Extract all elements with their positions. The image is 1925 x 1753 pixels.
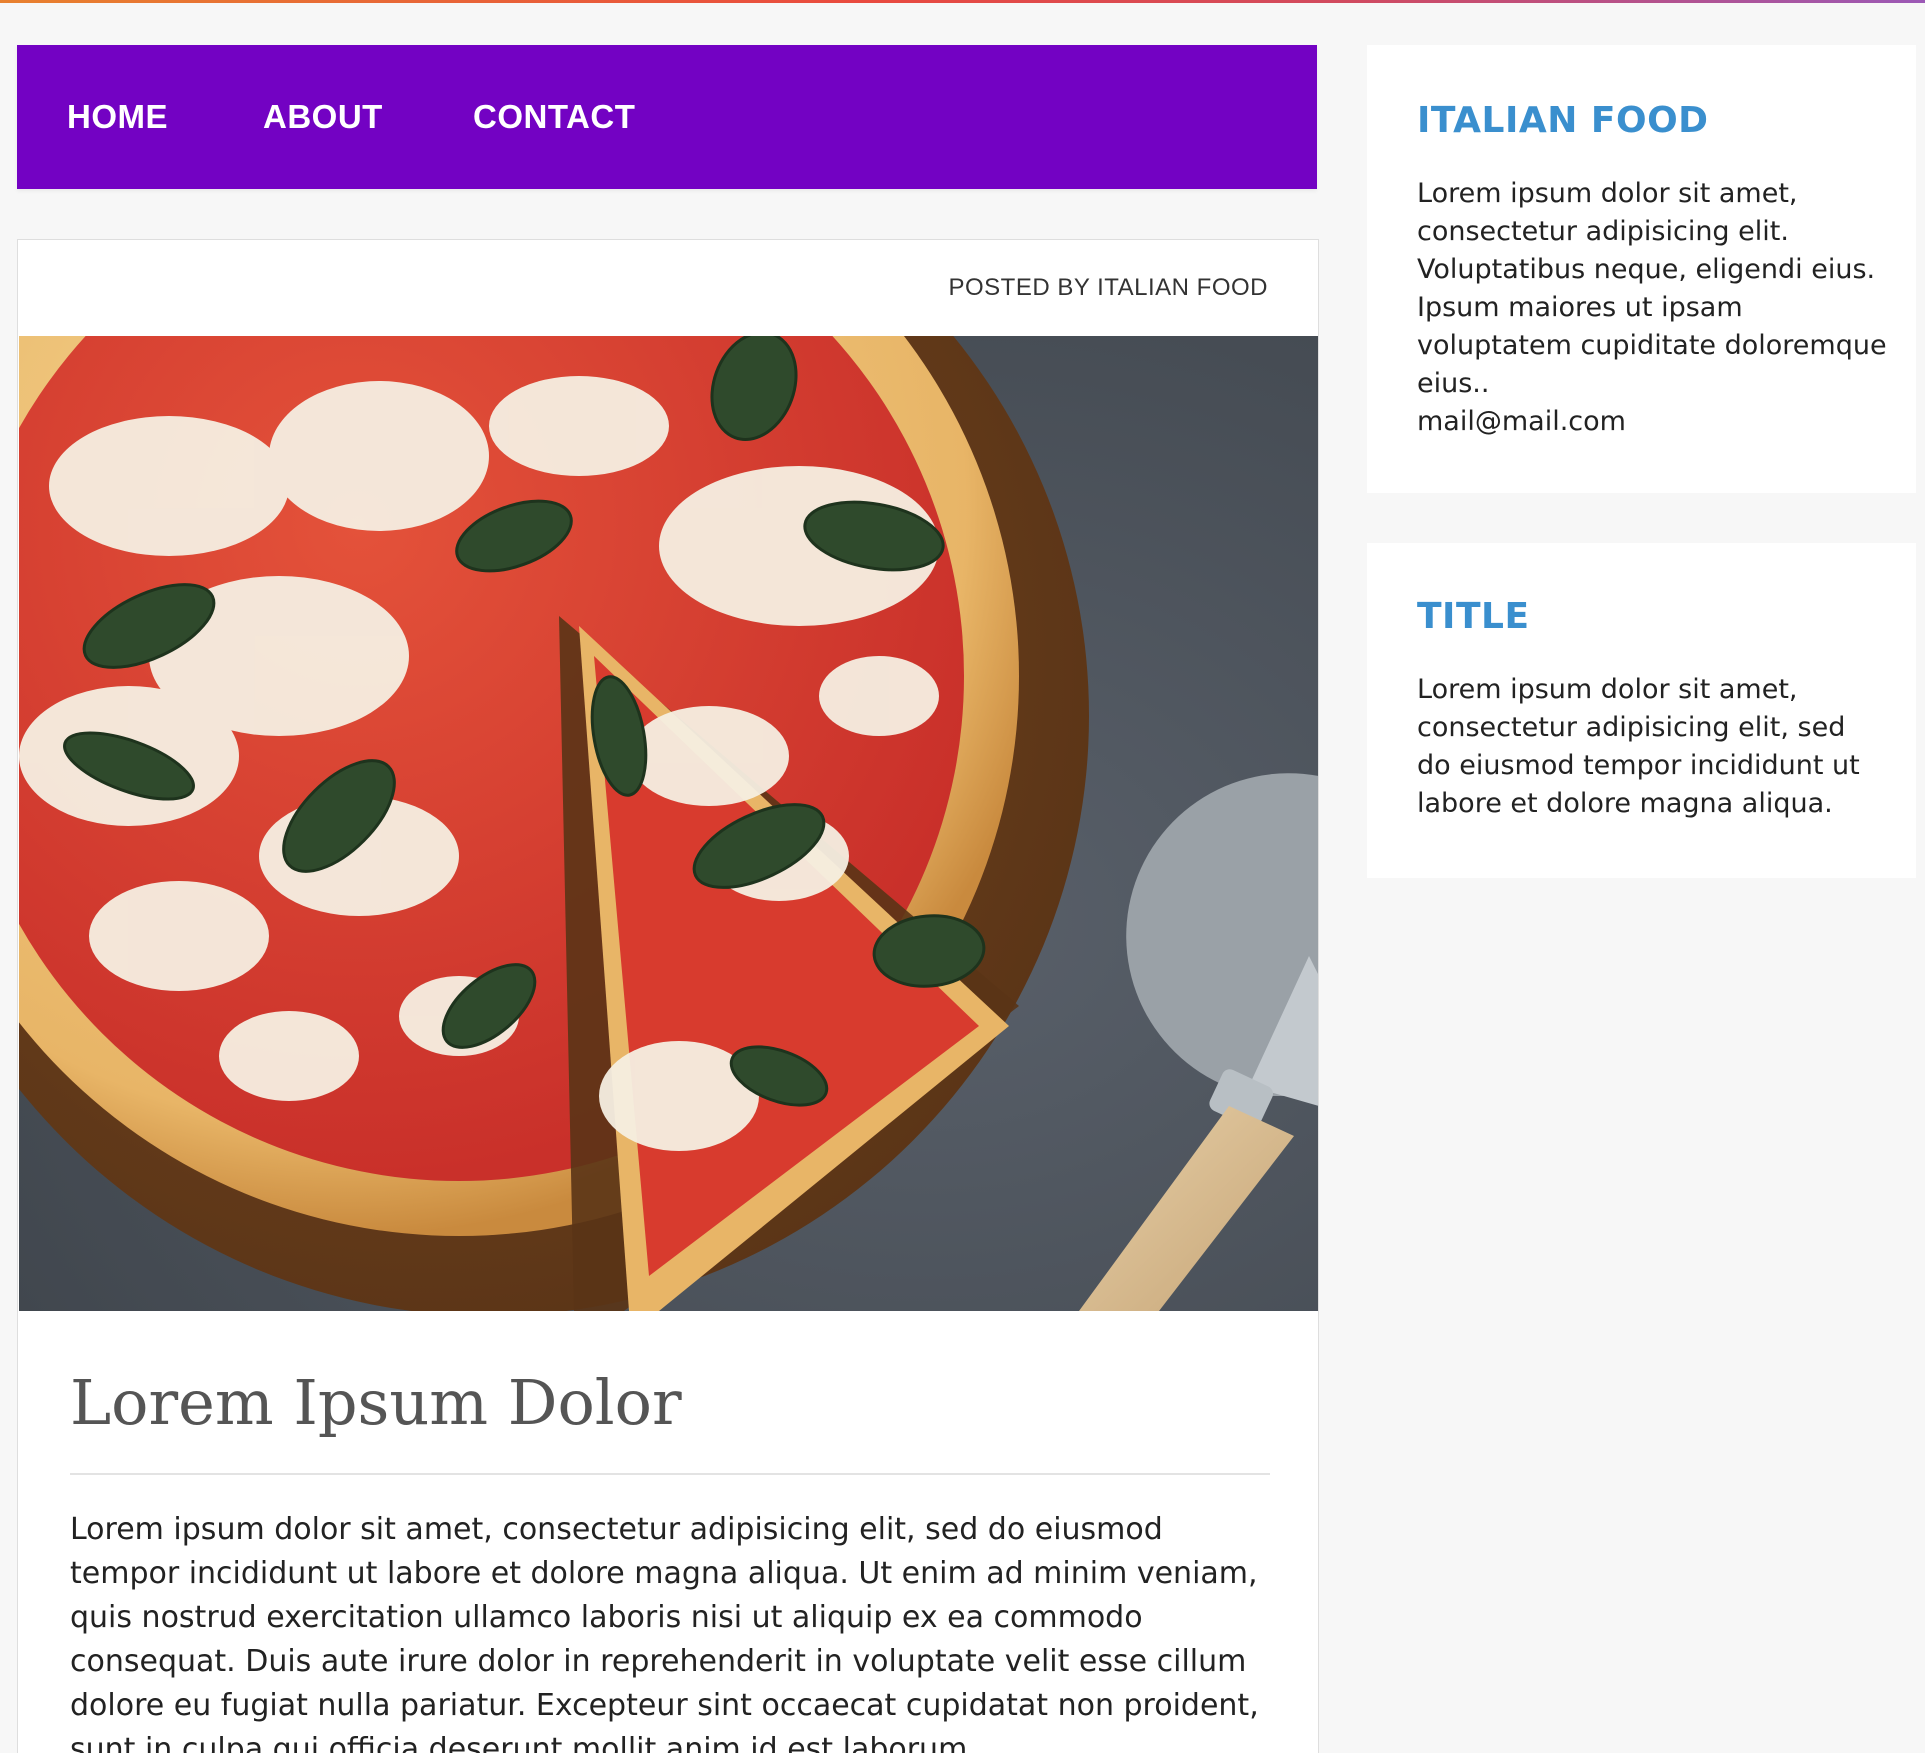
widget-title: ITALIAN FOOD [1417, 100, 1709, 141]
nav-about-link[interactable]: ABOUT [263, 98, 383, 136]
widget-text: Lorem ipsum dolor sit amet, consectetur … [1417, 674, 1860, 819]
post-body-text: Lorem ipsum dolor sit amet, consectetur … [70, 1512, 1259, 1753]
post-hero-image [19, 336, 1318, 1311]
nav-contact-link[interactable]: CONTACT [473, 98, 635, 136]
contact-email[interactable]: mail@mail.com [1417, 403, 1887, 441]
title-divider [70, 1473, 1270, 1475]
sidebar-widget-about: ITALIAN FOOD Lorem ipsum dolor sit amet,… [1367, 45, 1916, 493]
sidebar-widget-title: TITLE Lorem ipsum dolor sit amet, consec… [1367, 543, 1916, 878]
blog-post-card: POSTED BY ITALIAN FOOD Lorem Ipsum Dolor… [17, 239, 1319, 1753]
widget-title: TITLE [1417, 596, 1530, 637]
nav-home-link[interactable]: HOME [67, 98, 168, 136]
widget-description: Lorem ipsum dolor sit amet, consectetur … [1417, 178, 1887, 399]
post-title: Lorem Ipsum Dolor [70, 1366, 682, 1439]
main-navigation: HOME ABOUT CONTACT [17, 45, 1317, 189]
widget-text: Lorem ipsum dolor sit amet, consectetur … [1417, 175, 1887, 441]
post-author: POSTED BY ITALIAN FOOD [948, 274, 1268, 301]
top-accent-bar [0, 0, 1925, 3]
